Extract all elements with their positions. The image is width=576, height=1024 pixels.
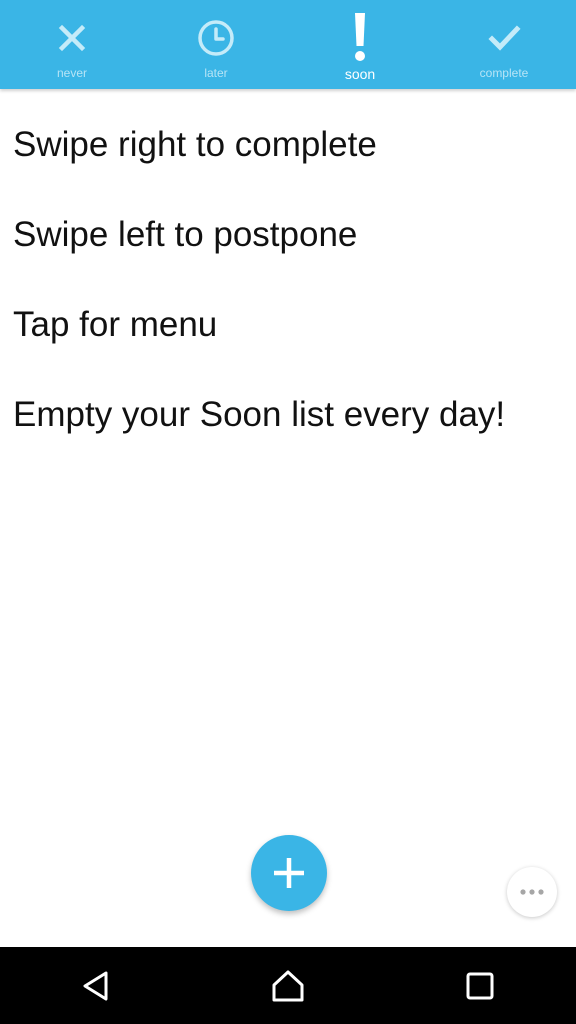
exclamation-icon (355, 13, 365, 61)
clock-icon (198, 20, 234, 56)
check-icon (488, 25, 521, 51)
more-options-button[interactable] (507, 867, 557, 917)
add-task-button[interactable] (251, 835, 327, 911)
list-item[interactable]: Tap for menu (0, 271, 576, 361)
home-icon (272, 970, 304, 1001)
plus-icon (274, 858, 304, 888)
list-item[interactable]: Swipe left to postpone (0, 181, 576, 271)
close-icon (58, 24, 86, 52)
home-button[interactable] (248, 956, 328, 1016)
app-screen: never later soon complete Swipe right to… (0, 0, 576, 1024)
back-triangle-icon (83, 971, 108, 1000)
tab-bar: never later soon complete (0, 0, 576, 89)
tab-never[interactable]: never (0, 0, 144, 89)
recents-button[interactable] (440, 956, 520, 1016)
tab-complete-label: complete (479, 66, 529, 80)
system-nav-bar (0, 947, 576, 1024)
tab-soon[interactable]: soon (288, 0, 432, 89)
back-button[interactable] (56, 956, 136, 1016)
tab-never-label: never (56, 66, 88, 80)
tab-later[interactable]: later (144, 0, 288, 89)
list-item[interactable]: Swipe right to complete (0, 91, 576, 181)
tab-later-label: later (204, 66, 228, 80)
task-list: Swipe right to complete Swipe left to po… (0, 91, 576, 451)
list-item[interactable]: Empty your Soon list every day! (0, 361, 576, 451)
recents-square-icon (466, 972, 494, 999)
tab-soon-label: soon (344, 66, 376, 82)
more-horizontal-icon (520, 889, 544, 895)
tab-complete[interactable]: complete (432, 0, 576, 89)
